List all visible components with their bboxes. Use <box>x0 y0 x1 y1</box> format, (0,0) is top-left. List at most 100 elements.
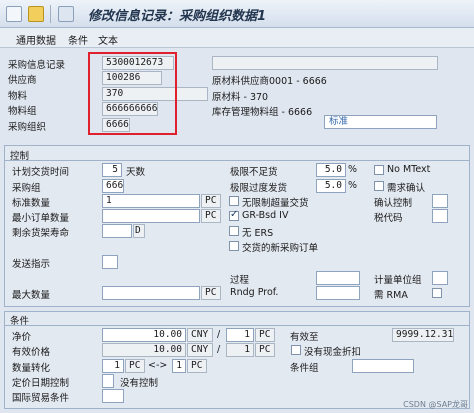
menu-conditions[interactable]: 条件 <box>68 32 88 47</box>
rma-label: 需 RMA <box>374 290 408 301</box>
vendor-label: 供应商 <box>8 75 37 86</box>
min-qty-label: 最小订单数量 <box>12 213 70 224</box>
over-tol-percent: % <box>348 180 358 191</box>
max-qty-unit: PC <box>201 286 221 300</box>
valid-to-field: 9999.12.31 <box>392 328 454 342</box>
under-tol-field[interactable]: 5.0 <box>316 163 346 177</box>
effective-price-slash: / <box>217 344 221 355</box>
no-cash-discount-checkbox[interactable] <box>291 345 301 355</box>
fixed-date-label: 定价日期控制 <box>12 378 70 389</box>
price-unit-field[interactable]: 1 <box>226 328 254 342</box>
net-price-currency: CNY <box>187 328 213 342</box>
material-group-label: 物料组 <box>8 106 37 117</box>
max-qty-field[interactable] <box>102 286 200 300</box>
effective-price-currency: CNY <box>187 343 213 357</box>
document-icon[interactable] <box>58 6 74 22</box>
shipping-label: 发送指示 <box>12 259 51 270</box>
material-group-desc: 库存管理物料组 - 6666 <box>212 107 313 118</box>
price-unit-uom: PC <box>255 328 275 342</box>
info-record-label: 采购信息记录 <box>8 60 66 71</box>
conv-left-unit: PC <box>125 359 145 373</box>
valid-to-label: 有效至 <box>290 332 319 343</box>
over-tol-field[interactable]: 5.0 <box>316 179 346 193</box>
folder-icon[interactable] <box>28 6 44 22</box>
page-title: 修改信息记录：采购组织数据1 <box>88 9 267 24</box>
no-ers-label: 无 ERS <box>242 228 274 239</box>
procedure-label: 过程 <box>230 275 250 286</box>
material-desc: 原材料 - 370 <box>212 92 269 103</box>
unlimited-checkbox[interactable] <box>229 196 239 206</box>
no-cash-discount-label: 没有现金折扣 <box>304 347 362 358</box>
no-ers-checkbox[interactable] <box>229 226 239 236</box>
unit-group-label: 计量单位组 <box>374 275 422 286</box>
plan-delivery-unit: 天数 <box>126 167 146 178</box>
cond-group-field[interactable] <box>352 359 414 373</box>
under-tol-label: 极限不足货 <box>230 167 278 178</box>
confirm-ctrl-field[interactable] <box>432 194 448 208</box>
section-divider <box>5 160 469 161</box>
tax-code-label: 税代码 <box>374 213 403 224</box>
red-highlight-box <box>88 52 177 135</box>
section-divider <box>5 325 469 326</box>
fixed-date-value: 没有控制 <box>120 378 159 389</box>
plan-delivery-label: 计划交货时间 <box>12 167 70 178</box>
over-tol-label: 极限过度发货 <box>230 183 288 194</box>
menu-general-data[interactable]: 通用数据 <box>16 32 56 47</box>
effective-price-field: 10.00 <box>102 343 186 357</box>
effective-price-label: 有效价格 <box>12 347 51 358</box>
std-qty-label: 标准数量 <box>12 198 51 209</box>
shelf-life-field[interactable] <box>102 224 132 238</box>
conv-right-field[interactable]: 1 <box>172 359 186 373</box>
menu-texts[interactable]: 文本 <box>98 32 118 47</box>
fixed-date-field[interactable] <box>102 374 114 388</box>
min-qty-field[interactable] <box>102 209 200 223</box>
ack-req-checkbox[interactable] <box>374 181 384 191</box>
shipping-field[interactable] <box>102 255 118 269</box>
ack-req-label: 需求确认 <box>387 183 426 194</box>
gr-bsd-checkbox[interactable] <box>229 209 239 221</box>
net-price-slash: / <box>217 329 221 340</box>
cond-group-label: 条件组 <box>290 363 319 374</box>
shelf-life-unit: D <box>133 224 145 238</box>
procedure-field[interactable] <box>316 271 360 285</box>
net-price-field[interactable]: 10.00 <box>102 328 186 342</box>
gr-bsd-label: GR-Bsd IV <box>242 210 289 221</box>
min-qty-unit: PC <box>201 209 221 223</box>
under-tol-percent: % <box>348 164 358 175</box>
unlimited-label: 无限制超量交货 <box>242 198 309 209</box>
info-record-desc-field <box>212 56 438 70</box>
save-icon[interactable] <box>6 6 22 22</box>
watermark: CSDN @SAP龙哥 <box>403 400 468 409</box>
confirm-ctrl-label: 确认控制 <box>374 198 413 209</box>
conv-left-field[interactable]: 1 <box>102 359 124 373</box>
toolbar-separator <box>50 5 51 23</box>
effective-price-uom: PC <box>255 343 275 357</box>
purch-group-label: 采购组 <box>12 183 41 194</box>
no-mtext-checkbox[interactable] <box>374 165 384 175</box>
unit-group-field[interactable] <box>432 271 448 285</box>
new-po-checkbox[interactable] <box>229 241 239 251</box>
net-price-label: 净价 <box>12 332 32 343</box>
shelf-life-label: 剩余货架寿命 <box>12 228 70 239</box>
std-qty-field[interactable]: 1 <box>102 194 200 208</box>
new-po-label: 交货的新采购订单 <box>242 243 319 254</box>
material-label: 物料 <box>8 91 28 102</box>
rma-checkbox[interactable] <box>432 288 442 298</box>
tax-code-field[interactable] <box>432 209 448 223</box>
rndg-label: Rndg Prof. <box>230 287 279 298</box>
vendor-desc: 原材料供应商0001 - 6666 <box>212 76 327 87</box>
purch-org-label: 采购组织 <box>8 122 47 133</box>
purch-group-field[interactable]: 666 <box>102 179 124 193</box>
foreign-trade-label: 国际贸易条件 <box>12 393 70 404</box>
no-mtext-label: No MText <box>387 164 431 175</box>
conv-arrow: <-> <box>148 360 168 371</box>
max-qty-label: 最大数量 <box>12 290 51 301</box>
effective-price-unit-field: 1 <box>226 343 254 357</box>
qty-conv-label: 数量转化 <box>12 363 51 374</box>
foreign-trade-field[interactable] <box>102 389 124 403</box>
plan-delivery-field[interactable]: 5 <box>102 163 122 177</box>
std-qty-unit: PC <box>201 194 221 208</box>
conv-right-unit: PC <box>187 359 207 373</box>
rndg-field[interactable] <box>316 286 360 300</box>
info-category-field[interactable]: 标准 <box>324 115 437 129</box>
